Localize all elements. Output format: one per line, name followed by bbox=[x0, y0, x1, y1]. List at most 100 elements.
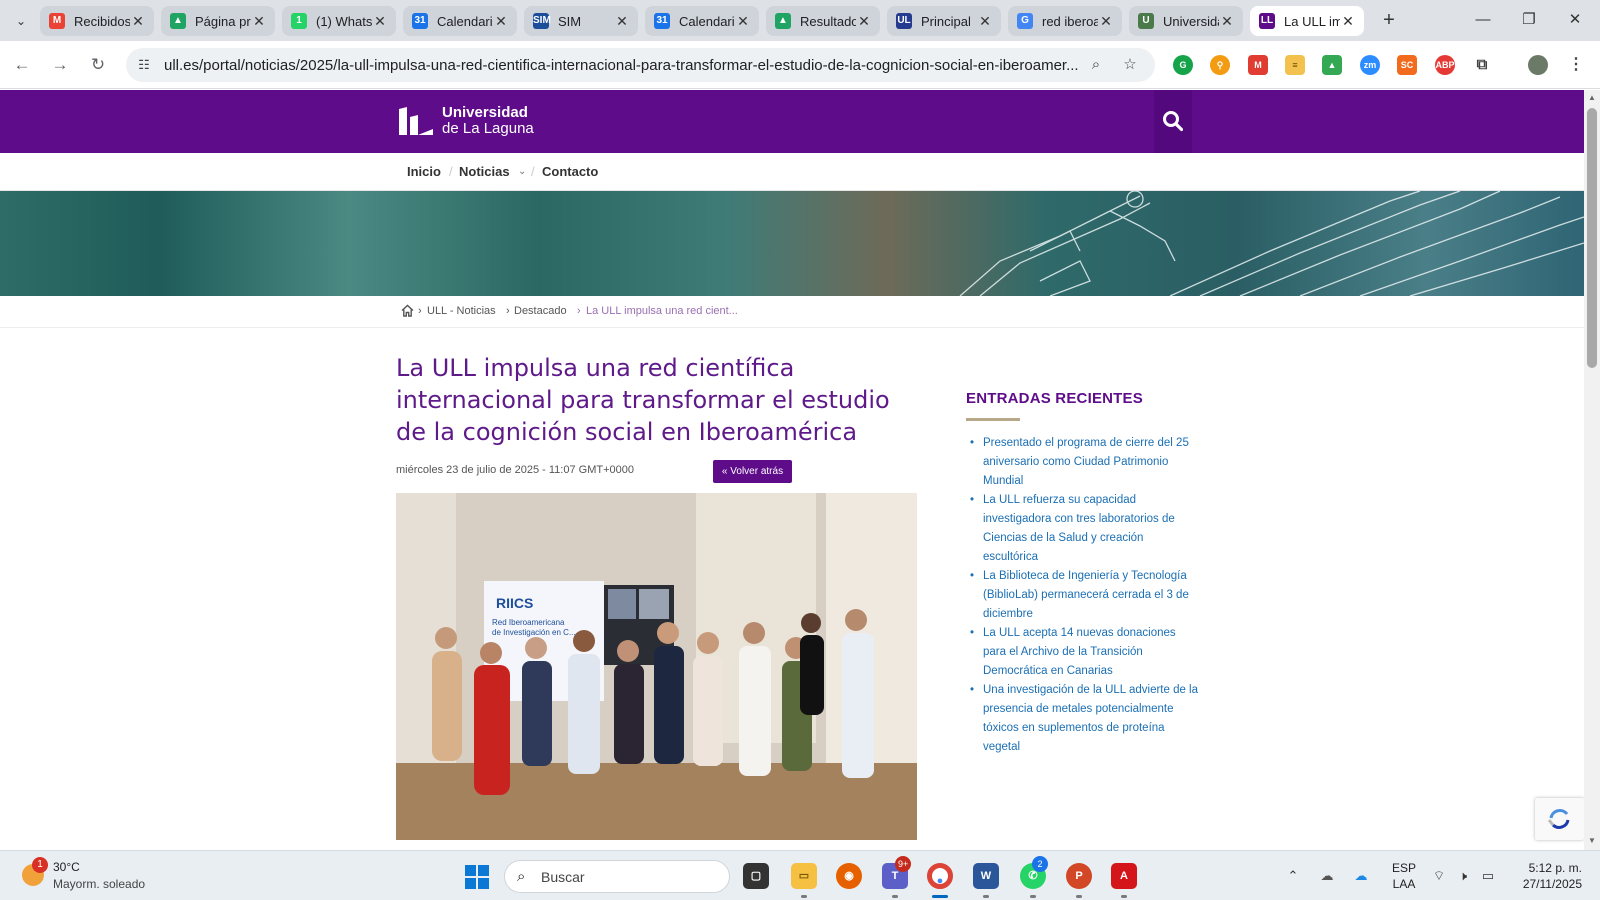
browser-tab[interactable]: LL La ULL impulsa✕ bbox=[1250, 6, 1364, 36]
breadcrumb-destacado[interactable]: Destacado bbox=[514, 305, 567, 317]
recent-entry-link[interactable]: Una investigación de la ULL advierte de … bbox=[966, 681, 1198, 757]
onedrive-personal-icon[interactable]: ☁ bbox=[1318, 867, 1336, 885]
browser-tab[interactable]: ▲ Resultados✕ bbox=[766, 6, 880, 36]
close-tab-icon[interactable]: ✕ bbox=[614, 13, 630, 29]
chevron-down-icon[interactable]: ⌄ bbox=[518, 166, 526, 177]
grammarly-extension-icon[interactable]: G bbox=[1173, 55, 1193, 75]
forward-icon[interactable]: → bbox=[48, 53, 72, 77]
input-language[interactable]: ESP LAA bbox=[1389, 860, 1419, 892]
site-info-icon[interactable]: ☷ bbox=[134, 55, 154, 75]
page-scrollbar[interactable]: ▲ ▼ bbox=[1584, 90, 1600, 850]
close-tab-icon[interactable]: ✕ bbox=[493, 13, 509, 29]
language-code: ESP bbox=[1391, 861, 1416, 875]
restore-button[interactable]: ❐ bbox=[1506, 0, 1552, 41]
browser-tab[interactable]: UL Principal ✕ bbox=[887, 6, 1001, 36]
browser-menu-icon[interactable]: ⋮ bbox=[1566, 55, 1586, 75]
powerpoint-icon[interactable]: P bbox=[1066, 863, 1092, 889]
extension-icon[interactable]: ⚲ bbox=[1210, 55, 1230, 75]
close-tab-icon[interactable]: ✕ bbox=[372, 13, 388, 29]
onedrive-business-icon[interactable]: ☁ bbox=[1352, 867, 1370, 885]
browser-tab[interactable]: ▲ Página principal✕ bbox=[161, 6, 275, 36]
zoom-extension-icon[interactable]: zm bbox=[1360, 55, 1380, 75]
file-explorer-icon[interactable]: ▭ bbox=[791, 863, 817, 889]
windows-start-icon[interactable] bbox=[465, 865, 489, 889]
close-tab-icon[interactable]: ✕ bbox=[856, 13, 872, 29]
new-tab-button[interactable]: + bbox=[1376, 8, 1402, 34]
back-icon[interactable]: ← bbox=[10, 53, 34, 77]
tab-search-chevron-icon[interactable]: ⌄ bbox=[10, 10, 32, 32]
profile-avatar[interactable] bbox=[1528, 55, 1548, 75]
extensions-puzzle-icon[interactable]: ⧉ bbox=[1472, 55, 1492, 75]
scroll-down-icon[interactable]: ▼ bbox=[1587, 836, 1597, 846]
sc-extension-icon[interactable]: SC bbox=[1397, 55, 1417, 75]
scroll-thumb[interactable] bbox=[1587, 108, 1597, 368]
ull-logo-icon[interactable] bbox=[397, 105, 435, 137]
close-tab-icon[interactable]: ✕ bbox=[977, 13, 993, 29]
word-icon[interactable]: W bbox=[973, 863, 999, 889]
logo-line-2: de La Laguna bbox=[442, 120, 534, 137]
show-hidden-icons-chevron-icon[interactable]: ⌃ bbox=[1284, 867, 1302, 885]
acrobat-icon[interactable]: A bbox=[1111, 863, 1137, 889]
recent-entry-link[interactable]: Presentado el programa de cierre del 25 … bbox=[966, 434, 1198, 491]
weather-description[interactable]: Mayorm. soleado bbox=[53, 877, 145, 891]
zoom-icon[interactable]: ⌕ bbox=[1086, 55, 1106, 75]
address-bar[interactable]: ☷ ull.es/portal/noticias/2025/la-ull-imp… bbox=[126, 48, 1155, 82]
task-view-icon[interactable]: ▢ bbox=[743, 863, 769, 889]
article-photo[interactable]: RIICS Red Iberoamericana de Investigació… bbox=[396, 493, 917, 840]
bookmark-star-icon[interactable]: ☆ bbox=[1120, 55, 1140, 75]
battery-icon[interactable]: ▭ bbox=[1479, 867, 1497, 885]
search-icon: ⌕ bbox=[517, 868, 526, 885]
volume-muted-icon[interactable]: 🕨 bbox=[1454, 867, 1472, 885]
tab-title: Resultados bbox=[800, 13, 856, 29]
ull-logo-text[interactable]: Universidad de La Laguna bbox=[442, 105, 534, 137]
recent-entry-link[interactable]: La ULL acepta 14 nuevas donaciones para … bbox=[966, 624, 1198, 681]
taskbar-search[interactable]: ⌕ Buscar bbox=[504, 860, 730, 893]
app-running-indicator bbox=[1030, 895, 1036, 898]
notes-extension-icon[interactable]: ≡ bbox=[1285, 55, 1305, 75]
browser-tab[interactable]: M Recibidos ✕ bbox=[40, 6, 154, 36]
wifi-icon[interactable]: ⌔ bbox=[1430, 867, 1448, 885]
menu-inicio[interactable]: Inicio bbox=[407, 164, 441, 179]
photo-screen-title: RIICS bbox=[496, 595, 533, 611]
google-drive-extension-icon[interactable]: ▲ bbox=[1322, 55, 1342, 75]
mendeley-extension-icon[interactable]: M bbox=[1248, 55, 1268, 75]
close-tab-icon[interactable]: ✕ bbox=[1098, 13, 1114, 29]
close-tab-icon[interactable]: ✕ bbox=[735, 13, 751, 29]
adblock-plus-icon[interactable]: ABP bbox=[1435, 55, 1455, 75]
whatsapp-badge: 2 bbox=[1032, 856, 1048, 872]
scroll-up-icon[interactable]: ▲ bbox=[1587, 93, 1597, 103]
browser-tab[interactable]: 1 (1) WhatsApp✕ bbox=[282, 6, 396, 36]
browser-tab[interactable]: U Universidad✕ bbox=[1129, 6, 1243, 36]
system-clock[interactable]: 5:12 p. m. 27/11/2025 bbox=[1510, 860, 1582, 892]
chrome-icon[interactable]: ● bbox=[927, 863, 953, 889]
firefox-icon[interactable]: ◉ bbox=[836, 863, 862, 889]
weather-temperature[interactable]: 30°C bbox=[53, 860, 80, 874]
menu-contacto[interactable]: Contacto bbox=[542, 164, 598, 179]
menu-separator: / bbox=[449, 164, 453, 179]
close-tab-icon[interactable]: ✕ bbox=[130, 13, 146, 29]
recent-entry-link[interactable]: La Biblioteca de Ingeniería y Tecnología… bbox=[966, 567, 1198, 624]
site-search-button[interactable] bbox=[1154, 90, 1192, 153]
close-window-button[interactable]: ✕ bbox=[1552, 0, 1598, 41]
breadcrumb-noticias[interactable]: ULL - Noticias bbox=[427, 305, 496, 317]
browser-tab[interactable]: 31 Calendario✕ bbox=[403, 6, 517, 36]
breadcrumb: › ULL - Noticias › Destacado › La ULL im… bbox=[0, 296, 1584, 328]
recaptcha-badge[interactable] bbox=[1535, 798, 1584, 840]
close-tab-icon[interactable]: ✕ bbox=[251, 13, 267, 29]
app-running-indicator bbox=[1076, 895, 1082, 898]
close-tab-icon[interactable]: ✕ bbox=[1219, 13, 1235, 29]
breadcrumb-separator: › bbox=[418, 305, 422, 317]
menu-separator: / bbox=[531, 164, 535, 179]
url-text[interactable]: ull.es/portal/noticias/2025/la-ull-impul… bbox=[164, 57, 1084, 74]
menu-noticias[interactable]: Noticias bbox=[459, 164, 510, 179]
minimize-button[interactable]: — bbox=[1460, 0, 1506, 41]
back-button[interactable]: « Volver atrás bbox=[713, 460, 792, 483]
home-icon[interactable] bbox=[401, 304, 414, 317]
reload-icon[interactable]: ↻ bbox=[86, 53, 110, 77]
recent-entry-link[interactable]: La ULL refuerza su capacidad investigado… bbox=[966, 491, 1198, 567]
close-tab-icon[interactable]: ✕ bbox=[1340, 13, 1356, 29]
browser-tab[interactable]: Gred iberoamericana✕ bbox=[1008, 6, 1122, 36]
group-photo-image: RIICS Red Iberoamericana de Investigació… bbox=[396, 493, 917, 840]
browser-tab[interactable]: SIM SIM ✕ bbox=[524, 6, 638, 36]
browser-tab[interactable]: 31 Calendario✕ bbox=[645, 6, 759, 36]
